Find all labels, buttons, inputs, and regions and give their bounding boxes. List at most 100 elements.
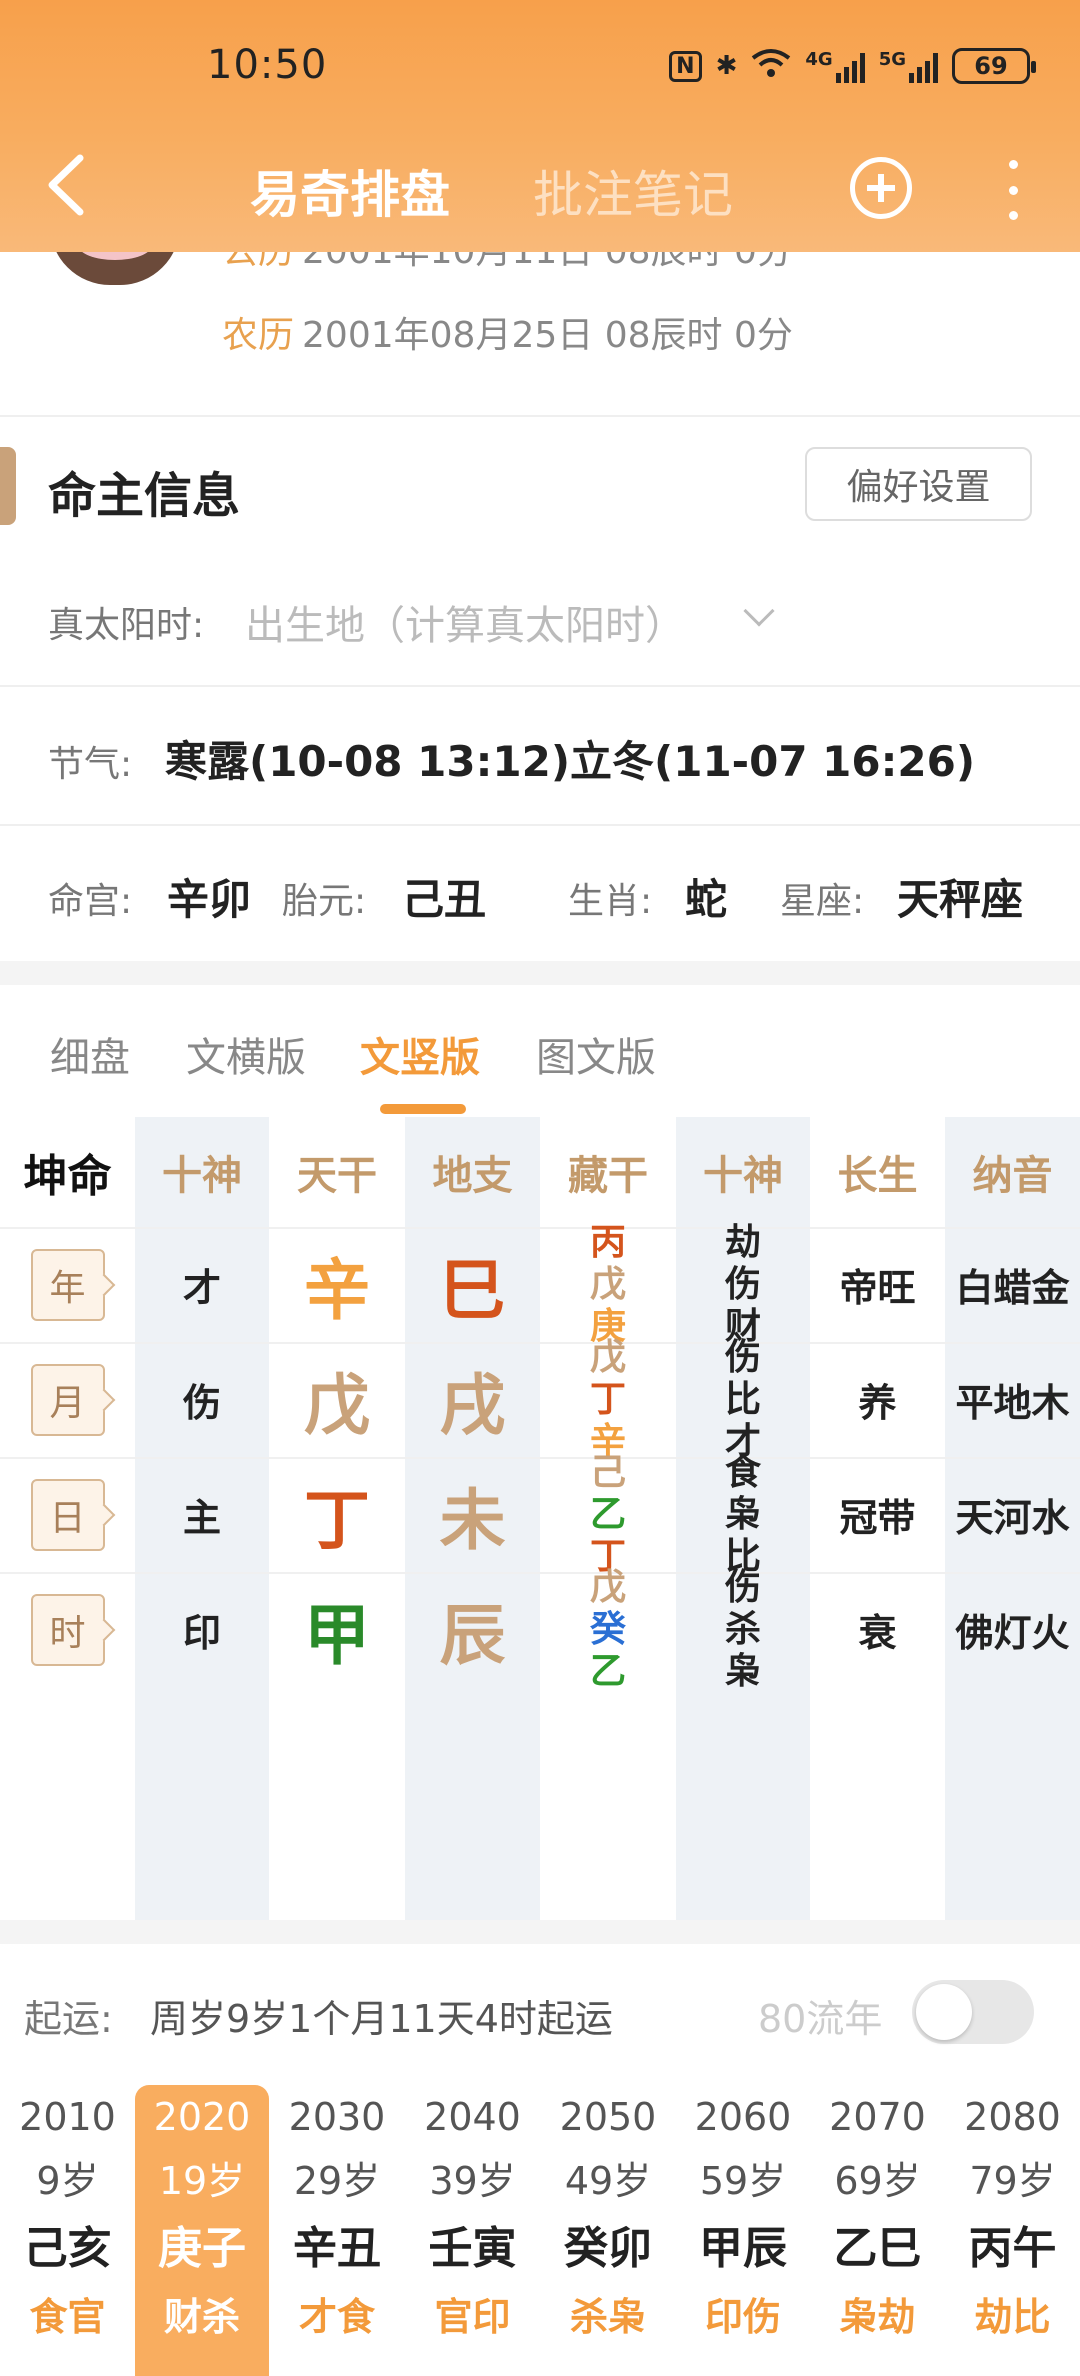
add-button[interactable] [850, 157, 912, 219]
dayun-item[interactable]: 2070 69岁 乙巳 枭劫 [810, 2085, 945, 2376]
battery-icon: 69 [952, 48, 1036, 84]
shishen2-stack: 伤比才 [725, 1337, 761, 1463]
chevron-down-icon[interactable] [743, 595, 775, 627]
minggong-label: 命宫: [48, 881, 133, 922]
more-menu-button[interactable] [1003, 160, 1023, 220]
birthplace-select[interactable]: 出生地（计算真太阳时） [245, 593, 685, 651]
taiyuan-value: 己丑 [402, 875, 487, 924]
shengxiao-value: 蛇 [685, 875, 728, 924]
tiangan-cell[interactable]: 辛 [269, 1227, 405, 1342]
pillar-label-tag[interactable]: 时 [30, 1593, 105, 1666]
dayun-item[interactable]: 2030 29岁 辛丑 才食 [269, 2085, 405, 2376]
section-accent-bar [0, 447, 16, 525]
shishen2-char: 比 [724, 1378, 761, 1420]
xingzuo-label: 星座: [780, 881, 865, 922]
signal-4g-icon: 4G [805, 49, 865, 83]
canggan-stack: 戊丁辛 [590, 1337, 626, 1463]
tiangan-cell[interactable]: 戊 [269, 1342, 405, 1457]
lunar-date-row: 农历 2001年08月25日 08辰时 0分 [222, 306, 793, 358]
shishen2-cell: 伤比才 [676, 1337, 810, 1462]
canggan-cell: 戊癸乙 [540, 1567, 676, 1692]
divider [0, 685, 1080, 687]
pillar-label-cell: 时 [0, 1572, 135, 1687]
dayun-item[interactable]: 2020 19岁 庚子 财杀 [135, 2085, 269, 2376]
pillar-label-cell: 月 [0, 1342, 135, 1457]
shishen2-stack: 劫伤财 [725, 1222, 761, 1348]
liunian-label: 80流年 [758, 1997, 883, 2041]
app-header: 10:50 N ✱ 4G 5G 69 易奇排盘 批注笔记 [0, 0, 1080, 252]
subtab-xipan[interactable]: 细盘 [50, 1025, 130, 1083]
shishen2-stack: 食枭比 [725, 1452, 761, 1578]
changsheng-cell: 冠带 [839, 1496, 916, 1540]
pillar-label-tag[interactable]: 日 [30, 1478, 105, 1551]
canggan-char: 丙 [589, 1221, 626, 1263]
dizhi-cell[interactable]: 未 [405, 1457, 540, 1572]
dayun-item[interactable]: 2010 9岁 己亥 食官 [0, 2085, 135, 2376]
chevron-left-icon [48, 154, 84, 216]
minggong-value: 辛卯 [167, 875, 252, 924]
dayun-year: 2030 [288, 2095, 386, 2139]
changsheng-cell: 帝旺 [839, 1266, 916, 1310]
shishen2-cell: 伤杀枭 [676, 1567, 810, 1692]
nayin-cell: 天河水 [955, 1496, 1070, 1540]
dayun-shishen: 印伤 [704, 2295, 781, 2339]
canggan-cell: 戊丁辛 [540, 1337, 676, 1462]
dizhi-cell[interactable]: 辰 [405, 1572, 540, 1687]
preference-button[interactable]: 偏好设置 [805, 447, 1032, 521]
dayun-ganzhi: 庚子 [158, 2223, 246, 2274]
header-changsheng: 长生 [837, 1153, 918, 1199]
liunian-toggle[interactable] [912, 1980, 1034, 2044]
xingzuo-value: 天秤座 [897, 875, 1024, 924]
subtab-wenshu[interactable]: 文竖版 [360, 1025, 480, 1083]
solar-time-label: 真太阳时: [48, 605, 205, 646]
dayun-year: 2070 [829, 2095, 926, 2139]
shengxiao-label: 生肖: [568, 881, 653, 922]
dayun-ganzhi: 丙午 [968, 2223, 1057, 2274]
canggan-char: 戊 [589, 1336, 626, 1378]
dayun-item[interactable]: 2080 79岁 丙午 劫比 [945, 2085, 1080, 2376]
subtab-indicator [380, 1104, 466, 1114]
header-nayin: 纳音 [972, 1153, 1053, 1199]
dayun-ganzhi: 壬寅 [428, 2223, 517, 2274]
pillar-label-tag[interactable]: 年 [30, 1248, 105, 1321]
tiangan-cell[interactable]: 甲 [269, 1572, 405, 1687]
dayun-item[interactable]: 2050 49岁 癸卯 杀枭 [540, 2085, 676, 2376]
nayin-cell: 白蜡金 [955, 1266, 1070, 1310]
changsheng-cell: 衰 [858, 1611, 897, 1655]
header-shishen-2: 十神 [703, 1153, 783, 1199]
subtab-wenheng[interactable]: 文横版 [186, 1025, 306, 1083]
header-tiangan: 天干 [297, 1153, 377, 1199]
dizhi-cell[interactable]: 巳 [405, 1227, 540, 1342]
changsheng-cell: 养 [858, 1381, 897, 1425]
jieqi-label: 节气: [48, 744, 133, 785]
lunar-date: 2001年08月25日 08辰时 0分 [302, 315, 793, 356]
tab-paipan[interactable]: 易奇排盘 [250, 155, 450, 227]
header-dizhi: 地支 [432, 1153, 513, 1199]
dayun-age: 29岁 [293, 2159, 381, 2203]
dayun-ganzhi: 甲辰 [699, 2223, 787, 2274]
shishen-cell: 才 [182, 1266, 221, 1310]
tab-notes[interactable]: 批注笔记 [533, 155, 733, 227]
canggan-cell: 己乙丁 [540, 1452, 676, 1577]
back-button[interactable] [40, 150, 100, 220]
subtab-tuwen[interactable]: 图文版 [536, 1025, 656, 1083]
canggan-stack: 戊癸乙 [590, 1567, 626, 1693]
shishen2-char: 伤 [724, 1336, 761, 1378]
shishen2-char: 劫 [724, 1221, 761, 1263]
wifi-icon [751, 48, 791, 85]
dayun-item[interactable]: 2040 39岁 壬寅 官印 [405, 2085, 540, 2376]
dayun-year: 2010 [19, 2095, 116, 2139]
pillar-label-cell: 年 [0, 1227, 135, 1342]
dayun-age: 49岁 [564, 2159, 652, 2203]
shishen2-stack: 伤杀枭 [725, 1567, 761, 1693]
dayun-item[interactable]: 2060 59岁 甲辰 印伤 [676, 2085, 810, 2376]
dayun-shishen: 财杀 [163, 2295, 240, 2339]
tiangan-cell[interactable]: 丁 [269, 1457, 405, 1572]
canggan-char: 戊 [589, 1263, 626, 1305]
lunar-label: 农历 [222, 315, 295, 356]
pillar-label-tag[interactable]: 月 [30, 1363, 105, 1436]
dizhi-cell[interactable]: 戌 [405, 1342, 540, 1457]
dayun-ganzhi: 癸卯 [564, 2223, 652, 2274]
dayun-ganzhi: 己亥 [23, 2223, 112, 2274]
nfc-icon: N [669, 50, 702, 82]
